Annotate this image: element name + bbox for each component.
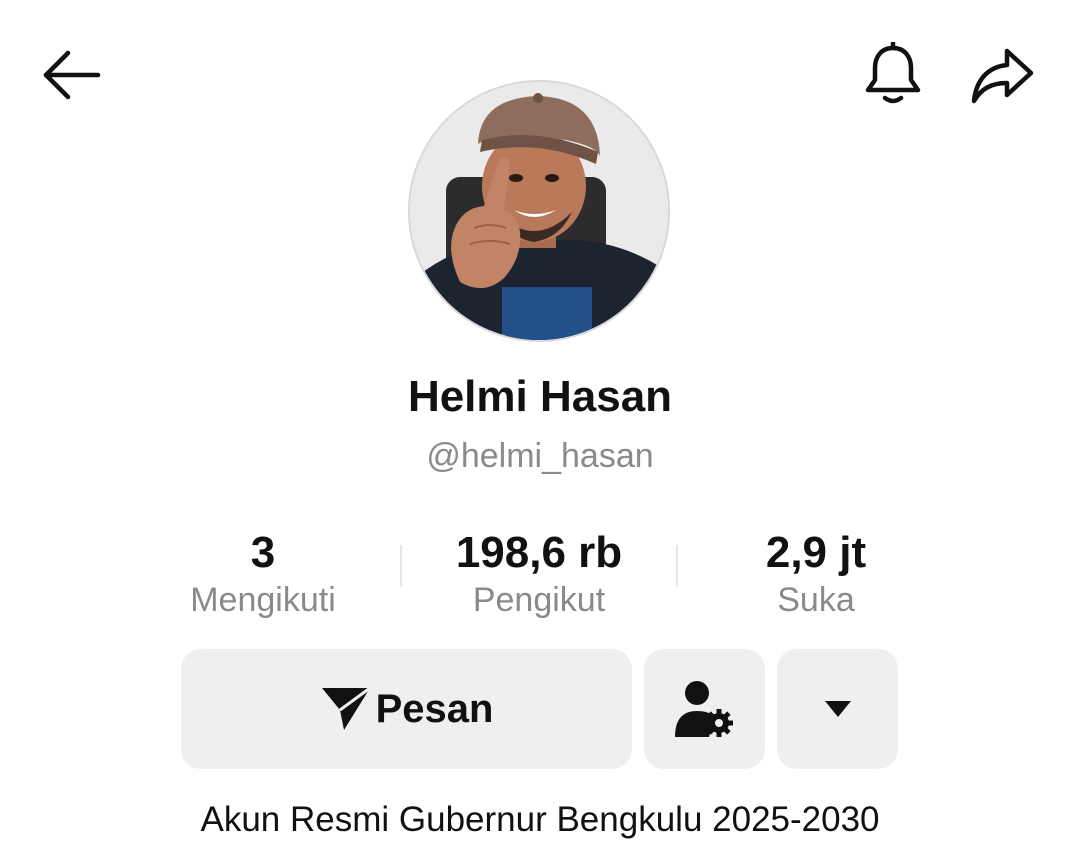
stat-likes-value: 2,9 jt: [765, 528, 867, 577]
caret-down-icon: [824, 701, 851, 717]
more-options-button[interactable]: [777, 649, 898, 769]
stat-likes[interactable]: 2,9 jt Suka: [686, 528, 946, 622]
profile-handle: @helmi_hasan: [426, 437, 654, 475]
send-icon: [321, 686, 371, 730]
message-button-label: Pesan: [375, 686, 494, 731]
arrow-left-icon: [43, 50, 101, 100]
stat-divider: [676, 545, 678, 587]
stat-following-label: Mengikuti: [190, 581, 336, 619]
stat-followers[interactable]: 198,6 rb Pengikut: [409, 528, 669, 622]
share-button[interactable]: [964, 40, 1040, 110]
stat-following-value: 3: [250, 528, 276, 577]
stat-divider: [400, 545, 402, 587]
message-button[interactable]: Pesan: [181, 649, 632, 769]
bell-icon: [865, 42, 921, 104]
profile-bio: Akun Resmi Gubernur Bengkulu 2025-2030: [200, 800, 880, 839]
profile-name: Helmi Hasan: [407, 372, 673, 421]
profile-photo: [410, 82, 668, 340]
friend-settings-button[interactable]: [644, 649, 765, 769]
notification-button[interactable]: [858, 40, 928, 110]
back-button[interactable]: [36, 44, 106, 106]
stat-following[interactable]: 3 Mengikuti: [133, 528, 393, 622]
stat-likes-label: Suka: [777, 581, 855, 619]
share-arrow-icon: [971, 48, 1034, 104]
stat-followers-value: 198,6 rb: [455, 528, 623, 577]
stat-followers-label: Pengikut: [472, 581, 606, 619]
avatar[interactable]: [408, 80, 670, 342]
user-settings-icon: [674, 681, 733, 737]
